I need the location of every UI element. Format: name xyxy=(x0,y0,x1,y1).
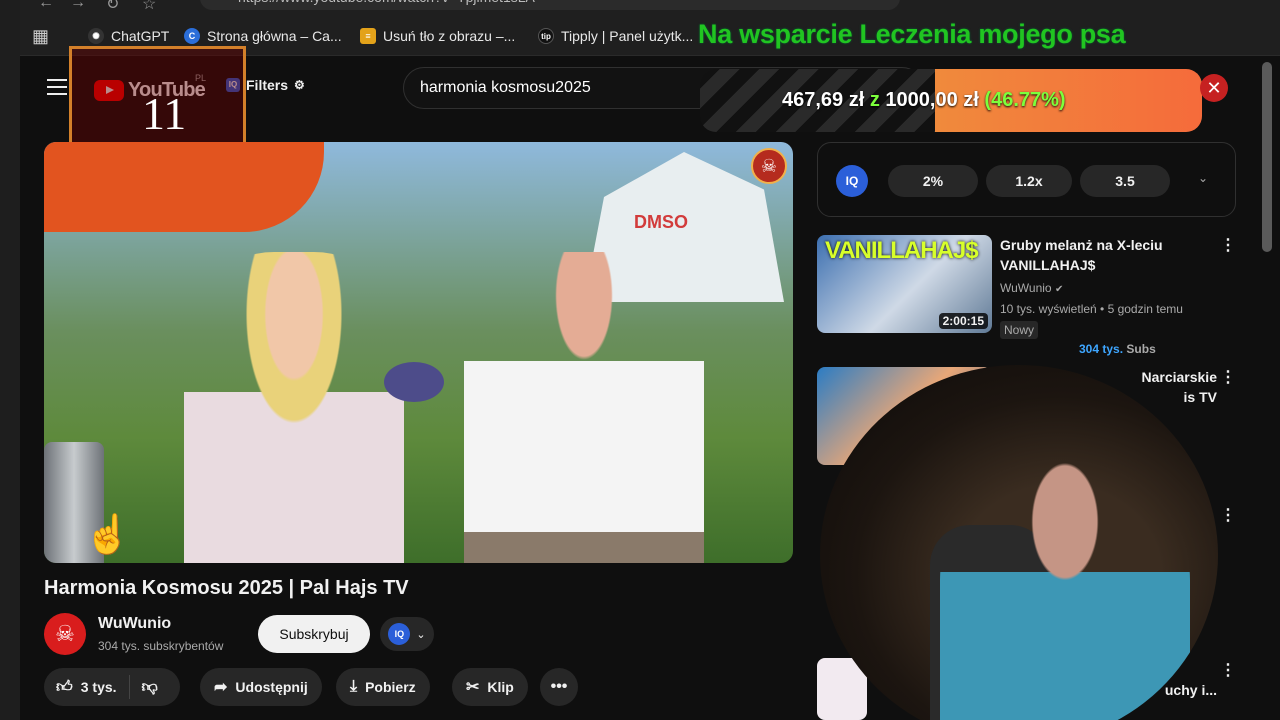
chevron-down-icon: ⌄ xyxy=(416,628,426,641)
recommendation-title[interactable]: Narciarskie is TV xyxy=(1137,367,1217,407)
video-player[interactable]: DMSO ☠ xyxy=(44,142,793,563)
donation-goal-bar: 467,69 zł z 1000,00 zł (46.77%) xyxy=(700,69,1202,132)
thumbs-up-icon: 👍︎ xyxy=(56,678,73,696)
more-vertical-icon[interactable]: ⋮ xyxy=(1220,235,1236,255)
menu-icon[interactable] xyxy=(47,79,67,95)
iq-chip-speed[interactable]: 1.2x xyxy=(986,165,1072,197)
subscribe-button[interactable]: Subskrybuj xyxy=(258,615,370,653)
clip-label: Klip xyxy=(487,679,514,695)
video-duration: 2:00:15 xyxy=(938,313,988,329)
channel-subscribers: 304 tys. subskrybentów xyxy=(98,639,224,653)
more-vertical-icon[interactable]: ⋮ xyxy=(1220,660,1236,680)
bookmark-label: Tipply | Panel użytk... xyxy=(561,28,694,44)
recommendation-channel-name: WuWunio xyxy=(1000,281,1052,295)
chatgpt-icon: ✺ xyxy=(88,28,104,44)
recommendation-title-line: is TV xyxy=(1183,389,1217,405)
filters-label: Filters xyxy=(246,77,289,93)
bookmark-label: Usuń tło z obrazu –... xyxy=(383,28,516,44)
scissors-icon: ✂ xyxy=(466,679,480,696)
like-button[interactable]: 👍︎ 3 tys. xyxy=(44,675,130,699)
webcam-person xyxy=(940,460,1190,720)
bookmark-star-icon[interactable]: ☆ xyxy=(142,0,156,14)
share-button[interactable]: ➦ Udostępnij xyxy=(200,668,322,706)
stream-counter: 11 xyxy=(142,88,187,139)
donation-amount: 467,69 zł xyxy=(782,89,865,111)
channel-skull-icon: ☠ xyxy=(751,148,787,184)
recommendation-channel[interactable]: WuWunio ✔ xyxy=(1000,281,1063,295)
donation-separator: z xyxy=(869,89,880,111)
recommendation-item[interactable]: VANILLAHAJ$ 2:00:15 Gruby melanż na X-le… xyxy=(817,235,1237,356)
video-man xyxy=(464,252,704,563)
share-icon: ➦ xyxy=(214,679,228,696)
download-label: Pobierz xyxy=(365,679,416,695)
iq-icon: IQ xyxy=(388,623,411,645)
share-label: Udostępnij xyxy=(235,679,308,695)
donation-text: 467,69 zł z 1000,00 zł (46.77%) xyxy=(782,89,1066,112)
new-badge: Nowy xyxy=(1000,321,1039,339)
forward-icon[interactable]: → xyxy=(70,0,86,12)
tipply-icon: tip xyxy=(538,28,554,44)
clip-button[interactable]: ✂ Klip xyxy=(452,668,528,706)
video-umbrella xyxy=(44,142,324,232)
bookmark-label: Strona główna – Ca... xyxy=(207,28,342,44)
donation-goal: 1000,00 zł xyxy=(885,89,979,111)
reload-icon[interactable]: ↻ xyxy=(106,0,119,14)
download-icon: ⤓ xyxy=(350,678,358,695)
like-count: 3 tys. xyxy=(80,679,117,695)
more-actions-button[interactable]: ••• xyxy=(540,668,578,706)
verified-icon: ✔ xyxy=(1054,284,1064,295)
thumbs-down-icon: 👎︎ xyxy=(141,678,158,696)
more-vertical-icon[interactable]: ⋮ xyxy=(1220,367,1236,387)
subs-label: Subs xyxy=(1126,342,1156,356)
bookmark-remove-bg[interactable]: ≡ Usuń tło z obrazu –... xyxy=(360,26,515,46)
recommendation-title[interactable]: Gruby melanż na X-leciu VANILLAHAJ$ xyxy=(1000,235,1205,275)
channel-subs-overlay: 304 tys. Subs xyxy=(1079,342,1156,356)
remove-bg-icon: ≡ xyxy=(360,28,376,44)
video-woman xyxy=(184,252,404,563)
page-scrollbar[interactable] xyxy=(1262,62,1272,252)
subs-unit: tys. xyxy=(1102,342,1124,356)
recommendation-title-line: Narciarskie xyxy=(1141,369,1217,385)
thumbnail-text: VANILLAHAJ$ xyxy=(825,237,979,264)
video-title: Harmonia Kosmosu 2025 | Pal Hajs TV xyxy=(44,577,409,599)
apps-icon[interactable]: ▦ xyxy=(32,26,49,46)
iq-logo-icon: IQ xyxy=(836,165,868,197)
download-button[interactable]: ⤓ Pobierz xyxy=(336,668,430,706)
address-bar[interactable]: https://www.youtube.com/watch?v=Tpjlmet1… xyxy=(200,0,900,10)
iq-dropdown-button[interactable]: IQ ⌄ xyxy=(380,617,434,651)
bookmark-chatgpt[interactable]: ✺ ChatGPT xyxy=(88,26,169,46)
iq-chip-rating[interactable]: 3.5 xyxy=(1080,165,1170,197)
video-microphone xyxy=(384,362,444,402)
canva-icon: C xyxy=(184,28,200,44)
hand-cursor-icon: ☝ xyxy=(84,514,132,556)
subs-number: 304 xyxy=(1079,342,1100,356)
stream-overlay-title: Na wsparcie Leczenia mojego psa xyxy=(698,19,1126,49)
recommendation-meta: 10 tys. wyświetleń • 5 godzin temu xyxy=(1000,302,1183,316)
bookmark-label: ChatGPT xyxy=(111,28,170,44)
more-vertical-icon[interactable]: ⋮ xyxy=(1220,505,1236,525)
chevron-down-icon[interactable]: ⌄ xyxy=(1198,171,1208,185)
back-icon[interactable]: ← xyxy=(38,0,54,12)
channel-avatar[interactable]: ☠ xyxy=(44,613,86,655)
bookmark-canva[interactable]: C Strona główna – Ca... xyxy=(184,26,342,46)
iq-chip-percent[interactable]: 2% xyxy=(888,165,978,197)
more-horizontal-icon: ••• xyxy=(550,678,568,695)
dislike-button[interactable]: 👎︎ xyxy=(130,678,170,697)
video-tent-text: DMSO xyxy=(634,212,688,232)
close-icon[interactable]: ✕ xyxy=(1200,74,1228,102)
iq-panel: IQ 2% 1.2x 3.5 ⌄ xyxy=(817,142,1236,217)
sliders-icon: ⚙ xyxy=(294,78,305,92)
channel-name[interactable]: WuWunio xyxy=(98,615,171,633)
donation-percent: (46.77%) xyxy=(984,89,1066,111)
left-strip xyxy=(0,0,20,720)
recommendation-thumbnail[interactable]: VANILLAHAJ$ 2:00:15 xyxy=(817,235,992,333)
bookmark-tipply[interactable]: tip Tipply | Panel użytk... xyxy=(538,26,693,46)
browser-toolbar: ← → ↻ ☆ https://www.youtube.com/watch?v=… xyxy=(20,0,1280,16)
like-dislike-group: 👍︎ 3 tys. 👎︎ xyxy=(44,668,180,706)
